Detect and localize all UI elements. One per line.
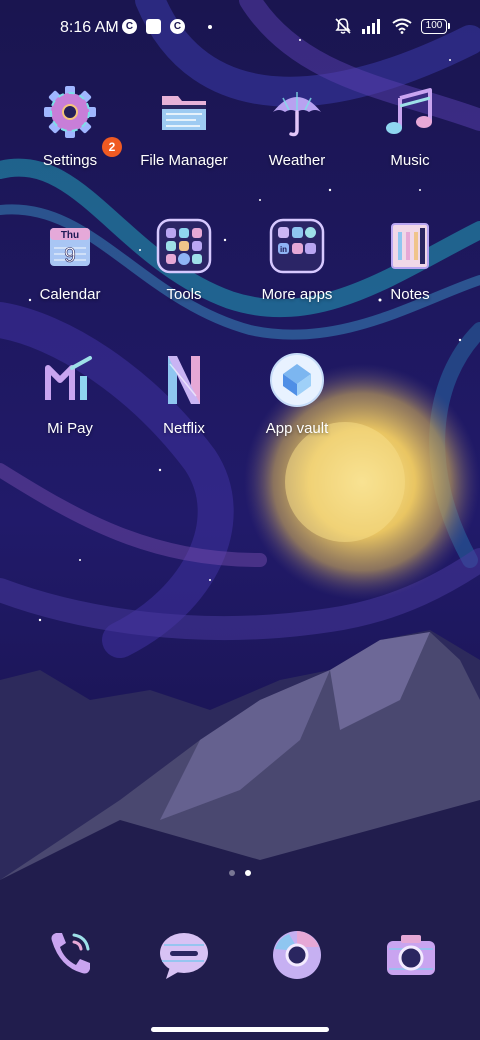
status-time: 8:16 AM bbox=[60, 19, 119, 36]
calendar-day: 9 bbox=[64, 244, 76, 267]
home-indicator-bar[interactable] bbox=[151, 1027, 329, 1032]
app-label: Mi Pay bbox=[47, 420, 93, 437]
app-label: Calendar bbox=[39, 286, 101, 303]
music-note-icon bbox=[382, 84, 438, 140]
status-bar: 8:16 AM C C 100 bbox=[0, 0, 480, 56]
square-app-icon bbox=[146, 19, 161, 34]
folder-icon bbox=[156, 84, 212, 140]
signal-icon bbox=[362, 19, 380, 34]
dock-phone[interactable] bbox=[42, 927, 98, 983]
messaging-icon bbox=[160, 933, 208, 979]
dock-camera[interactable] bbox=[383, 927, 439, 983]
app-weather[interactable]: Weather bbox=[237, 76, 357, 186]
dock-messaging[interactable] bbox=[156, 927, 212, 983]
app-label: Weather bbox=[268, 152, 326, 169]
mi-pay-icon bbox=[42, 352, 98, 408]
app-settings[interactable]: 2 Settings bbox=[10, 76, 130, 186]
app-label: Settings bbox=[42, 152, 98, 169]
app-label: File Manager bbox=[140, 152, 228, 169]
c-app-icon: C bbox=[122, 19, 137, 34]
mute-icon bbox=[335, 18, 351, 34]
app-folder-tools[interactable]: Tools bbox=[124, 210, 244, 320]
notification-icons: C C bbox=[122, 19, 212, 34]
battery-icon: 100 bbox=[421, 18, 450, 34]
app-label: App vault bbox=[265, 420, 329, 437]
app-label: Netflix bbox=[163, 420, 205, 437]
app-label: Tools bbox=[166, 286, 202, 303]
app-app-vault[interactable]: App vault bbox=[237, 344, 357, 454]
app-notes[interactable]: Notes bbox=[350, 210, 470, 320]
app-file-manager[interactable]: File Manager bbox=[124, 76, 244, 186]
app-netflix[interactable]: Netflix bbox=[124, 344, 244, 454]
calendar-icon: Thu 9 bbox=[42, 218, 98, 274]
wifi-icon bbox=[392, 18, 412, 34]
app-vault-icon bbox=[269, 352, 325, 408]
app-mi-pay[interactable]: Mi Pay bbox=[10, 344, 130, 454]
netflix-icon bbox=[156, 352, 212, 408]
app-folder-more-apps[interactable]: in More apps bbox=[237, 210, 357, 320]
app-label: Notes bbox=[390, 286, 430, 303]
tools-folder-icon bbox=[156, 218, 212, 274]
page-dot-active[interactable] bbox=[245, 870, 251, 876]
browser-icon bbox=[273, 931, 321, 979]
app-label: Music bbox=[390, 152, 430, 169]
more-apps-folder-icon: in bbox=[269, 218, 325, 274]
notes-icon bbox=[382, 218, 438, 274]
dock-browser[interactable] bbox=[269, 927, 325, 983]
calendar-weekday: Thu bbox=[61, 230, 79, 241]
app-music[interactable]: Music bbox=[350, 76, 470, 186]
app-calendar[interactable]: Thu 9 Calendar bbox=[10, 210, 130, 320]
svg-text:in: in bbox=[280, 245, 287, 254]
system-icons: 100 bbox=[334, 17, 450, 35]
settings-gear-icon bbox=[42, 84, 98, 140]
page-indicator bbox=[0, 870, 480, 876]
phone-icon bbox=[51, 933, 90, 974]
umbrella-icon bbox=[269, 84, 325, 140]
app-label: More apps bbox=[261, 286, 333, 303]
battery-level: 100 bbox=[421, 18, 447, 34]
more-notifications-dot bbox=[208, 24, 212, 29]
c-app-icon: C bbox=[170, 19, 185, 34]
page-dot[interactable] bbox=[229, 870, 235, 876]
camera-icon bbox=[387, 935, 435, 975]
